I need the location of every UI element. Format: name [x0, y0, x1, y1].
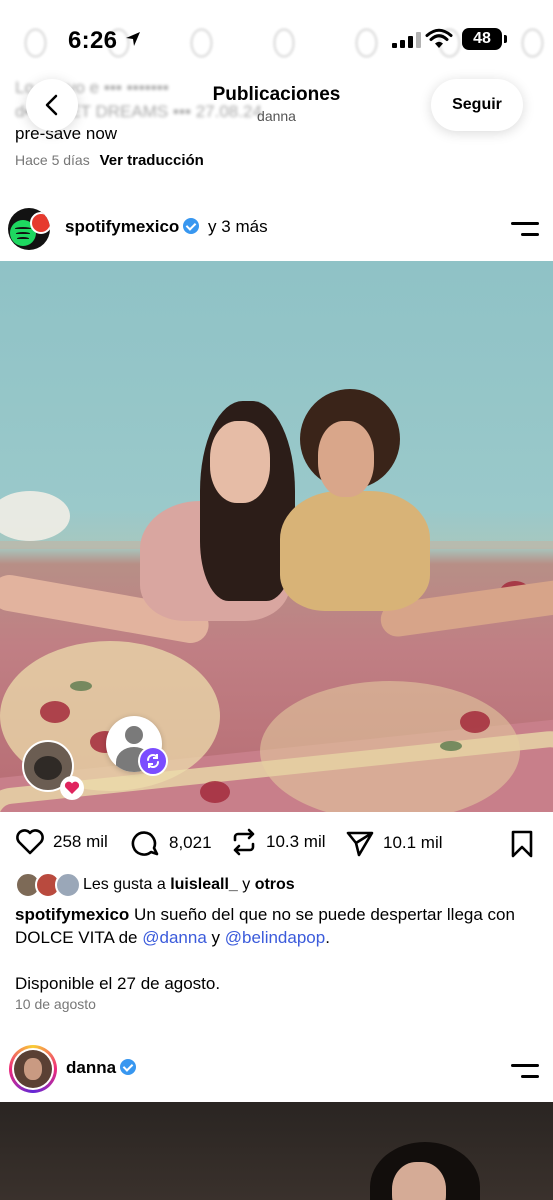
post-actions: 258 mil 8,021 10.3 mil 10.1 mil: [0, 826, 553, 862]
location-arrow-icon: [126, 32, 140, 46]
image-figure-right: [280, 491, 430, 611]
verified-icon: [183, 218, 200, 234]
story-ring-avatar[interactable]: [9, 1045, 57, 1093]
see-translation-link[interactable]: Ver traducción: [100, 152, 204, 169]
previous-caption-tail: pre-save now: [15, 124, 118, 143]
bookmark-icon[interactable]: [510, 830, 534, 858]
like-button[interactable]: 258 mil: [15, 828, 108, 856]
wifi-icon: [425, 28, 453, 48]
follow-button[interactable]: Seguir: [431, 79, 523, 131]
heart-icon: [16, 829, 44, 855]
post-header: spotifymexico y 3 más: [0, 200, 553, 256]
previous-post-time: Hace 5 días: [15, 152, 90, 168]
post-image[interactable]: [0, 261, 553, 812]
next-post-header: danna: [0, 1040, 553, 1096]
likes-prefix: Les gusta a: [83, 876, 166, 893]
image-flower: [40, 701, 70, 723]
verified-icon: [120, 1059, 137, 1075]
image-flower: [460, 711, 490, 733]
post-author[interactable]: spotifymexico y 3 más: [65, 217, 268, 237]
reposts-count: 10.3 mil: [266, 832, 326, 851]
next-post-username: danna: [66, 1058, 117, 1077]
image-figure-left: [210, 421, 270, 503]
post-date: 10 de agosto: [15, 996, 96, 1012]
comments-count: 8,021: [169, 833, 212, 852]
shares-count: 10.1 mil: [383, 833, 443, 852]
liker-avatar: [55, 872, 81, 898]
likes-text: Les gusta a luisleall_ y otros: [83, 876, 295, 894]
collaborators-link[interactable]: y 3 más: [208, 217, 268, 236]
share-button[interactable]: 10.1 mil: [345, 828, 443, 858]
repost-button[interactable]: 10.3 mil: [230, 828, 326, 856]
mention-danna[interactable]: @danna: [142, 928, 207, 947]
avatar: [14, 1050, 52, 1088]
next-post-author[interactable]: danna: [66, 1058, 137, 1078]
battery-indicator: 48: [462, 28, 502, 50]
likes-summary[interactable]: Les gusta a luisleall_ y otros: [15, 872, 295, 898]
story-ring-inner: [12, 1048, 54, 1090]
cellular-signal-icon: [392, 32, 421, 48]
repost-badge-icon: [138, 746, 168, 776]
status-bar: 6:26 48: [0, 0, 553, 80]
post-username: spotifymexico: [65, 217, 180, 236]
image-rug-medallion: [260, 681, 520, 812]
next-post-menu-button[interactable]: [511, 1062, 539, 1080]
caption-username[interactable]: spotifymexico: [15, 905, 129, 924]
comment-button[interactable]: 8,021: [131, 828, 212, 858]
caption-line: spotifymexico Un sueño del que no se pue…: [15, 903, 540, 949]
likes-others[interactable]: otros: [255, 876, 295, 893]
image-leaf: [440, 741, 462, 751]
spotify-avatar[interactable]: [8, 208, 50, 250]
caption-line-2: Disponible el 27 de agosto.: [15, 974, 221, 993]
heart-badge-icon: [60, 776, 84, 800]
collab-avatar: [30, 212, 50, 234]
likes-count: 258 mil: [53, 832, 108, 851]
previous-post-meta: Hace 5 días Ver traducción: [15, 152, 204, 169]
image-leaf: [70, 681, 92, 691]
image-figure-right: [318, 421, 374, 497]
caption-and: y: [211, 928, 221, 947]
liker-username[interactable]: luisleall_: [170, 876, 238, 893]
battery-nub: [504, 35, 507, 43]
liker-avatars: [15, 872, 81, 898]
likes-joiner: y: [242, 876, 251, 893]
next-post-image[interactable]: [0, 1102, 553, 1200]
post-menu-button[interactable]: [511, 220, 539, 238]
repost-icon: [233, 828, 255, 856]
status-time: 6:26: [68, 27, 118, 54]
image-feather: [0, 491, 70, 541]
share-icon: [346, 831, 374, 857]
post-caption: spotifymexico Un sueño del que no se pue…: [15, 903, 540, 995]
mention-belindapop[interactable]: @belindapop: [225, 928, 325, 947]
comment-icon: [131, 831, 159, 856]
caption-period: .: [325, 928, 330, 947]
image-flower: [200, 781, 230, 803]
